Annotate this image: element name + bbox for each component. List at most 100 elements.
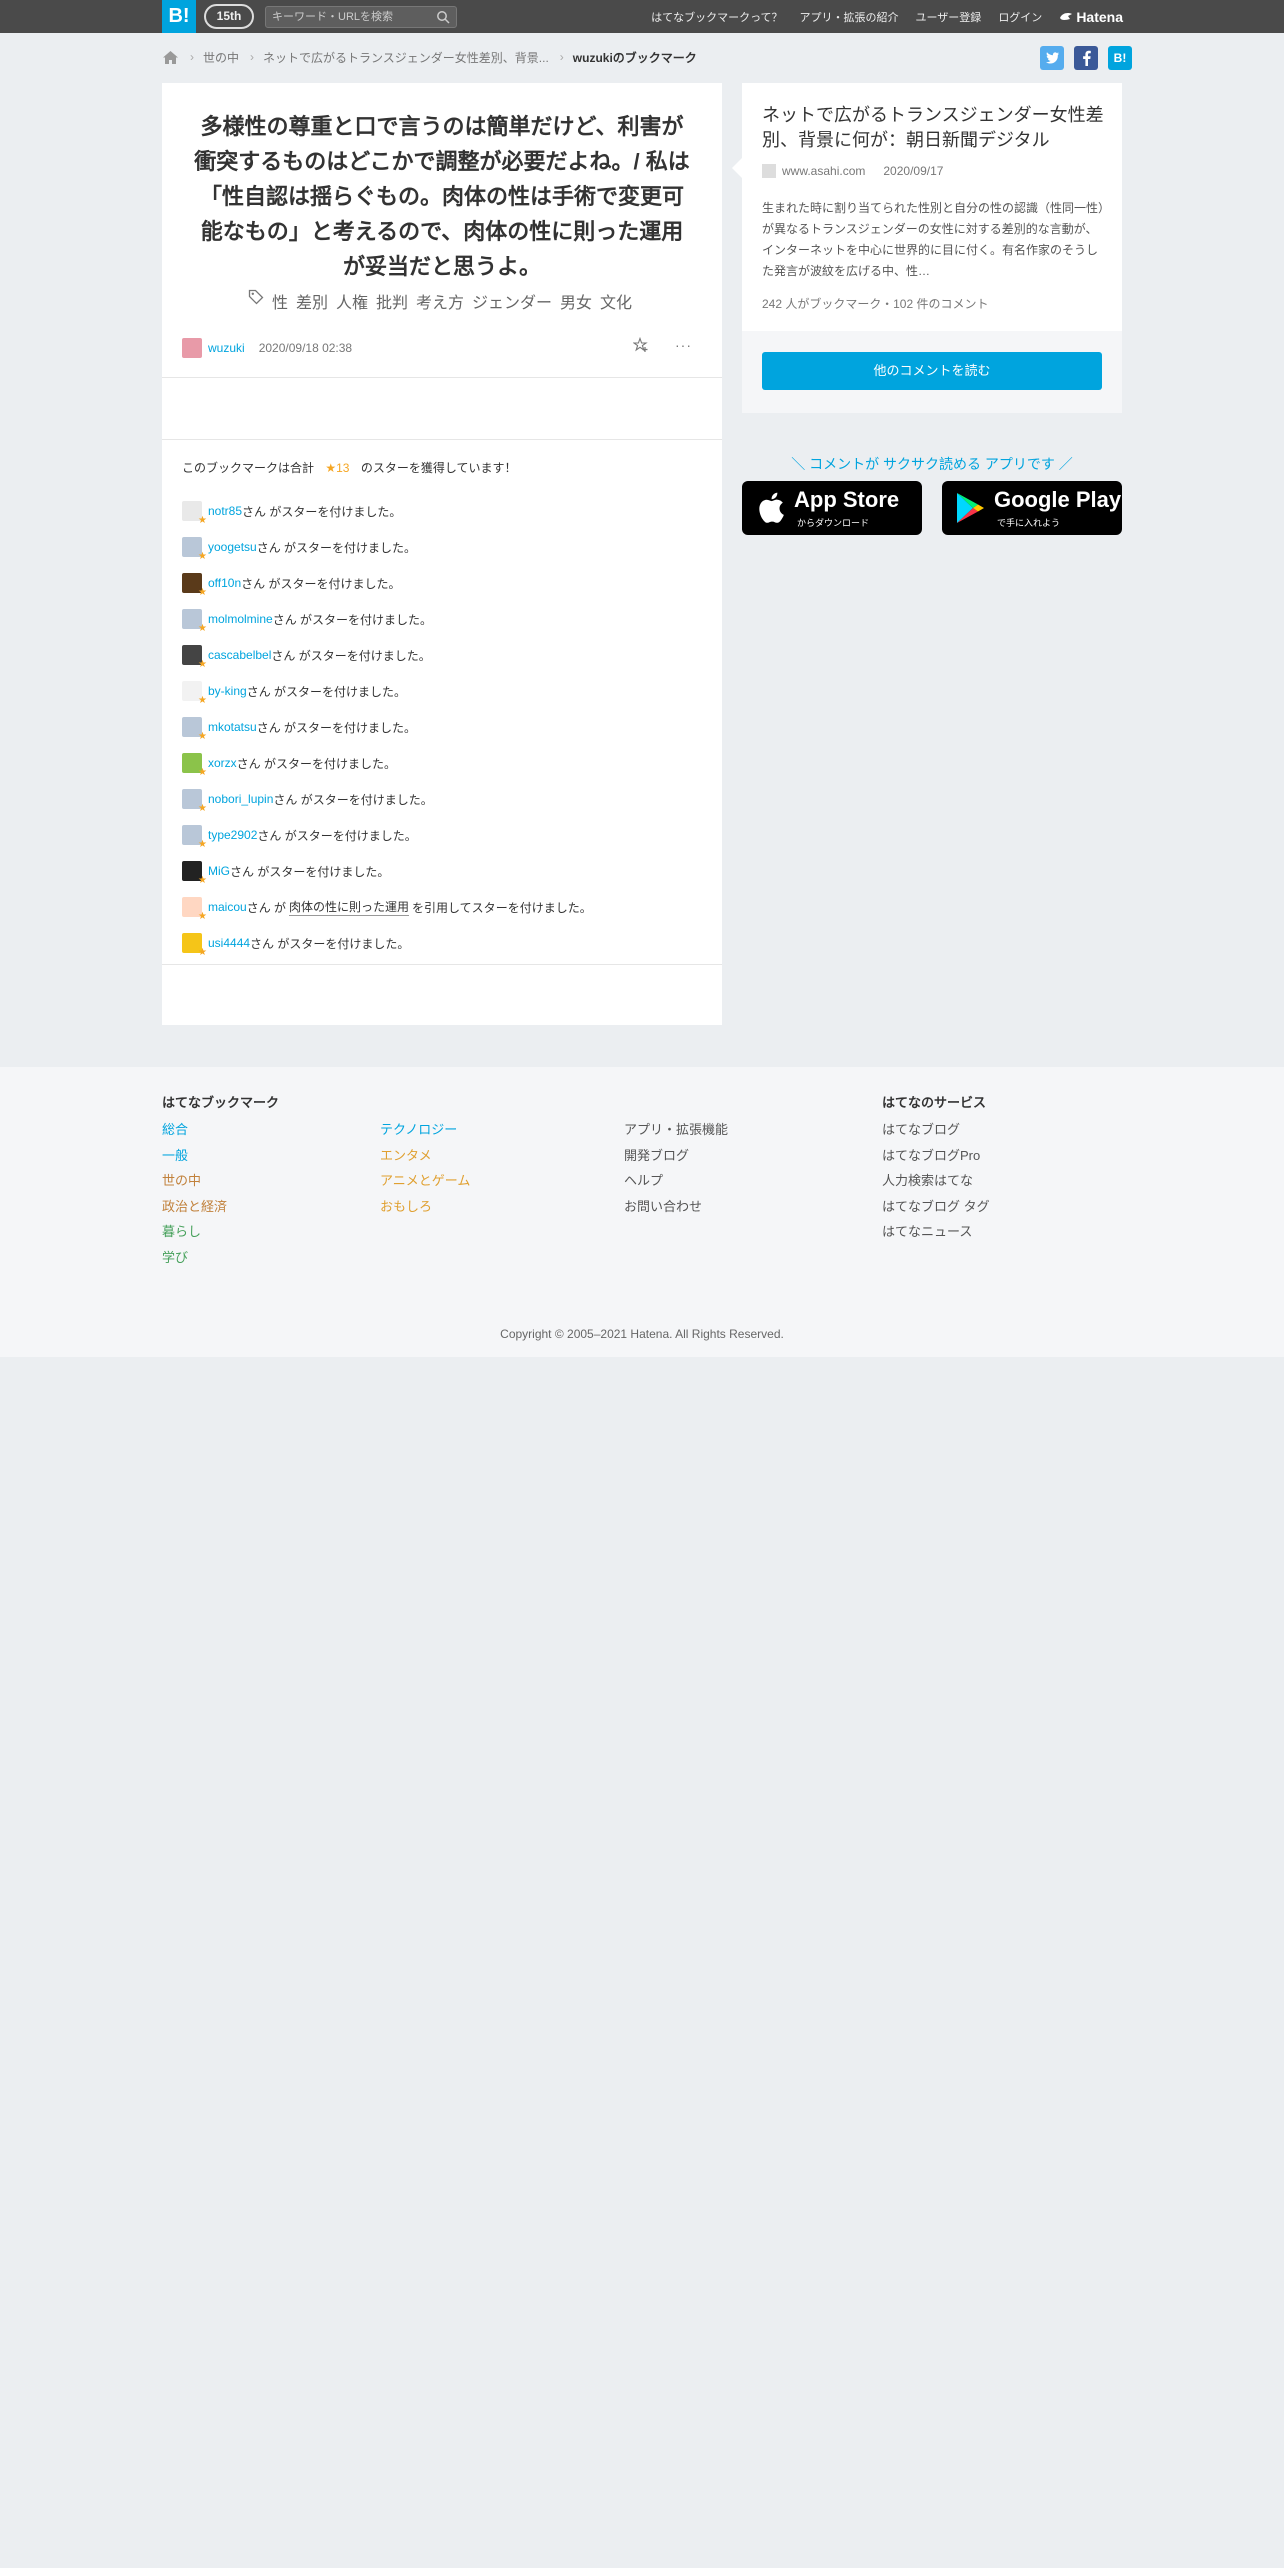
star-quote[interactable]: 肉体の性に則った運用 (289, 898, 410, 916)
star-user-link[interactable]: molmolmine (208, 612, 273, 626)
bookmark-timestamp[interactable]: 2020/09/18 02:38 (259, 341, 352, 355)
star-count[interactable]: ★13 (325, 461, 349, 475)
tag-link[interactable]: 差別 (296, 289, 328, 313)
entry-domain[interactable]: www.asahi.com (782, 164, 865, 178)
avatar[interactable]: ★ (182, 753, 207, 778)
tag-link[interactable]: 男女 (560, 289, 592, 313)
star-user-link[interactable]: type2902 (208, 828, 257, 842)
footer-link[interactable]: 人力検索はてな (882, 1168, 990, 1194)
avatar[interactable]: ★ (182, 609, 207, 634)
breadcrumb-category[interactable]: 世の中 (203, 49, 239, 66)
nav-register[interactable]: ユーザー登録 (916, 9, 982, 25)
footer-link[interactable]: エンタメ (380, 1143, 470, 1169)
star-user-link[interactable]: off10n (208, 576, 241, 590)
star-icon: ★ (198, 695, 207, 706)
hatena-bookmark-share-icon[interactable]: B! (1108, 46, 1132, 70)
star-item-text: さん がスターを付けました。 (250, 936, 410, 951)
footer-link[interactable]: おもしろ (380, 1194, 470, 1220)
footer-link[interactable]: 学び (162, 1245, 279, 1271)
star-user-link[interactable]: mkotatsu (208, 720, 257, 734)
twitter-share-icon[interactable] (1040, 46, 1064, 70)
nav-about[interactable]: はてなブックマークって？ (651, 9, 782, 25)
star-icon: ★ (198, 803, 207, 814)
avatar[interactable] (182, 338, 202, 358)
footer-link[interactable]: はてなブログPro (882, 1143, 990, 1169)
star-icon: ★ (198, 911, 207, 922)
home-icon[interactable] (162, 50, 179, 65)
star-item: ★ nobori_lupin さん がスターを付けました。 (182, 781, 702, 817)
more-options-icon[interactable]: ··· (675, 337, 692, 353)
footer-link[interactable]: 暮らし (162, 1219, 279, 1245)
footer-link[interactable]: 総合 (162, 1117, 279, 1143)
footer-link[interactable]: はてなブログ (882, 1117, 990, 1143)
nav-login[interactable]: ログイン (998, 9, 1042, 25)
avatar[interactable]: ★ (182, 645, 207, 670)
star-user-link[interactable]: yoogetsu (208, 540, 257, 554)
avatar[interactable]: ★ (182, 717, 207, 742)
hatena-bookmark-logo[interactable]: B! (162, 0, 196, 33)
star-user-link[interactable]: xorzx (208, 756, 237, 770)
star-user-link[interactable]: nobori_lupin (208, 792, 273, 806)
tag-link[interactable]: 性 (272, 289, 288, 313)
avatar[interactable]: ★ (182, 537, 207, 562)
tag-link[interactable]: 批判 (376, 289, 408, 313)
star-user-link[interactable]: notr85 (208, 504, 242, 518)
bookmark-user-link[interactable]: wuzuki (208, 341, 245, 355)
breadcrumb: › 世の中 › ネットで広がるトランスジェンダー女性差別、背景... › wuz… (162, 45, 697, 69)
footer-link[interactable]: 世の中 (162, 1168, 279, 1194)
star-user-link[interactable]: by-king (208, 684, 247, 698)
app-store-button[interactable]: App Store からダウンロード (742, 481, 922, 535)
chevron-right-icon: › (190, 50, 194, 64)
footer-link[interactable]: 政治と経済 (162, 1194, 279, 1220)
read-other-comments-button[interactable]: 他のコメントを読む (762, 352, 1102, 390)
bookmark-comment-text: 多様性の尊重と口で言うのは簡単だけど、利害が衝突するものはどこかで調整が必要だよ… (194, 114, 690, 279)
search-icon[interactable] (436, 10, 450, 24)
avatar[interactable]: ★ (182, 825, 207, 850)
avatar[interactable]: ★ (182, 501, 207, 526)
avatar[interactable]: ★ (182, 573, 207, 598)
anniversary-badge[interactable]: 15th (204, 4, 254, 29)
google-play-sublabel: で手に入れよう (997, 518, 1061, 528)
star-icon: ★ (198, 623, 207, 634)
footer-link[interactable]: お問い合わせ (624, 1194, 728, 1220)
chevron-right-icon: › (559, 50, 564, 64)
tag-link[interactable]: ジェンダー (472, 289, 552, 313)
star-item: ★ xorzx さん がスターを付けました。 (182, 745, 702, 781)
facebook-share-icon[interactable] (1074, 46, 1098, 70)
tag-link[interactable]: 文化 (600, 289, 632, 313)
avatar[interactable]: ★ (182, 681, 207, 706)
hatena-brand-link[interactable]: Hatena (1059, 9, 1123, 25)
star-icon: ★ (198, 515, 207, 526)
footer-link[interactable]: はてなニュース (882, 1219, 990, 1245)
breadcrumb-current: wuzukiのブックマーク (572, 50, 697, 65)
star-user-link[interactable]: MiG (208, 864, 230, 878)
add-star-icon[interactable] (633, 337, 649, 353)
avatar[interactable]: ★ (182, 933, 207, 958)
tag-link[interactable]: 人権 (336, 289, 368, 313)
search-input[interactable] (272, 9, 422, 25)
entry-meta: www.asahi.com 2020/09/17 (762, 164, 943, 178)
footer-link[interactable]: ヘルプ (624, 1168, 728, 1194)
footer-link[interactable]: テクノロジー (380, 1117, 470, 1143)
breadcrumb-entry[interactable]: ネットで広がるトランスジェンダー女性差別、背景... (263, 49, 549, 66)
footer-link[interactable]: はてなブログ タグ (882, 1194, 990, 1220)
chevron-right-icon: › (250, 50, 255, 64)
nav-apps[interactable]: アプリ・拡張の紹介 (800, 9, 899, 25)
star-user-link[interactable]: cascabelbel (208, 648, 271, 662)
star-icon: ★ (198, 875, 207, 886)
avatar[interactable]: ★ (182, 861, 207, 886)
copyright: Copyright © 2005–2021 Hatena. All Rights… (500, 1327, 784, 1341)
avatar[interactable]: ★ (182, 897, 207, 922)
entry-title[interactable]: ネットで広がるトランスジェンダー女性差別、背景に何が：朝日新聞デジタル (762, 103, 1107, 153)
footer-link[interactable]: 開発ブログ (624, 1143, 728, 1169)
footer-link[interactable]: アニメとゲーム (380, 1168, 470, 1194)
google-play-button[interactable]: Google Play で手に入れよう (942, 481, 1122, 535)
avatar[interactable]: ★ (182, 789, 207, 814)
star-item: ★ notr85 さん がスターを付けました。 (182, 493, 702, 529)
tag-link[interactable]: 考え方 (416, 289, 464, 313)
star-user-link[interactable]: maicou (208, 900, 247, 914)
star-user-link[interactable]: usi4444 (208, 936, 250, 950)
footer-link[interactable]: アプリ・拡張機能 (624, 1117, 728, 1143)
footer-link[interactable]: 一般 (162, 1143, 279, 1169)
bookmark-actions: ··· (633, 337, 692, 353)
